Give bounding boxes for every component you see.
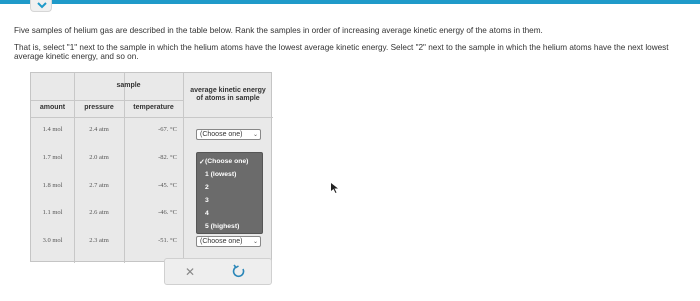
cell-amount: 1.8 mol xyxy=(42,182,63,189)
undo-button[interactable] xyxy=(231,264,247,280)
table-divider xyxy=(124,73,125,263)
header-pressure: pressure xyxy=(84,104,114,111)
option-4[interactable]: 4 xyxy=(205,210,209,217)
cell-temperature: -45. °C xyxy=(158,182,177,189)
cell-amount: 1.7 mol xyxy=(42,154,63,161)
checkmark-icon: ✓ xyxy=(199,159,205,166)
mouse-cursor-icon xyxy=(331,180,339,198)
header-kinetic-energy: average kinetic energy of atoms in sampl… xyxy=(190,87,266,102)
cell-pressure: 2.6 atm xyxy=(89,209,109,216)
cell-pressure: 2.4 atm xyxy=(89,126,109,133)
chevron-down-icon: ⌄ xyxy=(252,132,258,138)
cell-amount: 3.0 mol xyxy=(42,237,63,244)
option-2[interactable]: 2 xyxy=(205,184,209,191)
top-accent-bar xyxy=(0,0,700,4)
cell-pressure: 2.0 atm xyxy=(89,154,109,161)
cell-temperature: -67. °C xyxy=(158,126,177,133)
cell-amount: 1.4 mol xyxy=(42,126,63,133)
table-divider xyxy=(74,73,75,263)
option-choose-one[interactable]: (Choose one) xyxy=(205,158,248,165)
question-text-2: That is, select "1" next to the sample i… xyxy=(14,43,669,61)
table-divider xyxy=(31,117,273,118)
header-amount: amount xyxy=(39,104,66,111)
cell-temperature: -46. °C xyxy=(158,209,177,216)
select-value: (Choose one) xyxy=(200,131,243,138)
rank-select-row-1[interactable]: (Choose one) ⌄ xyxy=(196,129,261,140)
close-icon: ✕ xyxy=(184,265,196,279)
collapse-tab[interactable] xyxy=(30,0,52,12)
table-divider xyxy=(31,100,183,101)
header-sample: sample xyxy=(116,82,141,89)
question-text-1: Five samples of helium gas are described… xyxy=(14,26,543,35)
header-temperature: temperature xyxy=(133,104,174,111)
option-3[interactable]: 3 xyxy=(205,197,209,204)
undo-icon xyxy=(232,264,245,278)
answer-action-bar: ✕ xyxy=(164,258,272,285)
cell-pressure: 2.7 atm xyxy=(89,182,109,189)
rank-select-row-5[interactable]: (Choose one) ⌄ xyxy=(196,236,261,247)
cell-temperature: -82. °C xyxy=(158,154,177,161)
select-value: (Choose one) xyxy=(200,238,243,245)
table-divider xyxy=(183,73,184,263)
cell-temperature: -51. °C xyxy=(158,237,177,244)
option-1-lowest[interactable]: 1 (lowest) xyxy=(205,171,236,178)
option-5-highest[interactable]: 5 (highest) xyxy=(205,223,239,230)
chevron-down-icon xyxy=(37,2,47,9)
cell-amount: 1.1 mol xyxy=(42,209,63,216)
chevron-down-icon: ⌄ xyxy=(252,239,258,245)
clear-button[interactable]: ✕ xyxy=(182,264,198,280)
rank-dropdown-list: ✓ (Choose one) 1 (lowest) 2 3 4 5 (highe… xyxy=(196,152,263,234)
cell-pressure: 2.3 atm xyxy=(89,237,109,244)
